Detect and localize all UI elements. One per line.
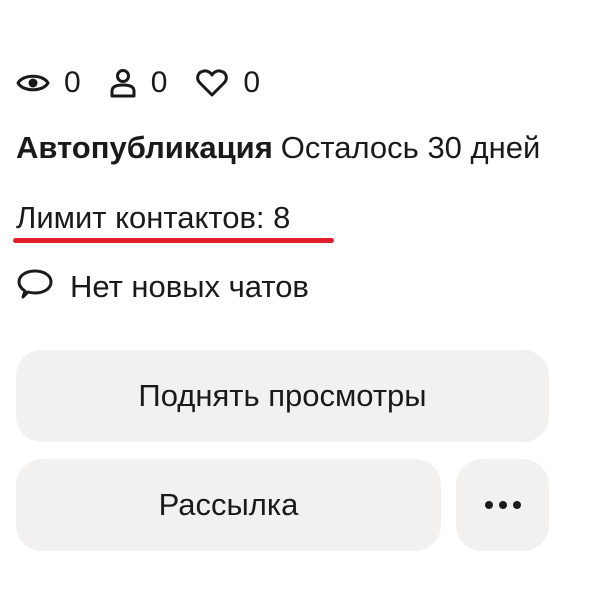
person-icon [109, 68, 137, 98]
contacts-stat: 0 [109, 66, 168, 99]
favorites-stat: 0 [195, 68, 260, 98]
contact-limit-underline [13, 238, 334, 243]
favorites-count: 0 [243, 66, 261, 99]
raise-views-button[interactable]: Поднять просмотры [16, 350, 549, 442]
raise-views-label: Поднять просмотры [138, 378, 427, 413]
contact-limit: Лимит контактов: 8 [16, 200, 291, 235]
mailing-label: Рассылка [158, 487, 299, 522]
autopublication-label: Автопубликация [16, 130, 273, 165]
eye-icon [16, 71, 50, 95]
more-button[interactable] [456, 459, 549, 551]
chat-bubble-icon [16, 268, 54, 307]
autopublication-remaining: Осталось 30 дней [280, 130, 541, 165]
contacts-count: 0 [150, 66, 168, 99]
more-dots-icon [482, 501, 524, 509]
chats-label: Нет новых чатов [70, 269, 309, 304]
autopublication-row: Автопубликация Осталось 30 дней [16, 128, 540, 168]
views-count: 0 [64, 66, 81, 99]
listing-card: 0 0 0 Автопубликация Осталось 30 дней Лим… [0, 0, 609, 609]
views-stat: 0 [16, 68, 81, 98]
chats-row[interactable]: Нет новых чатов [16, 266, 309, 308]
mailing-button[interactable]: Рассылка [16, 459, 441, 551]
heart-icon [195, 68, 229, 98]
stats-row: 0 0 0 [16, 62, 288, 104]
